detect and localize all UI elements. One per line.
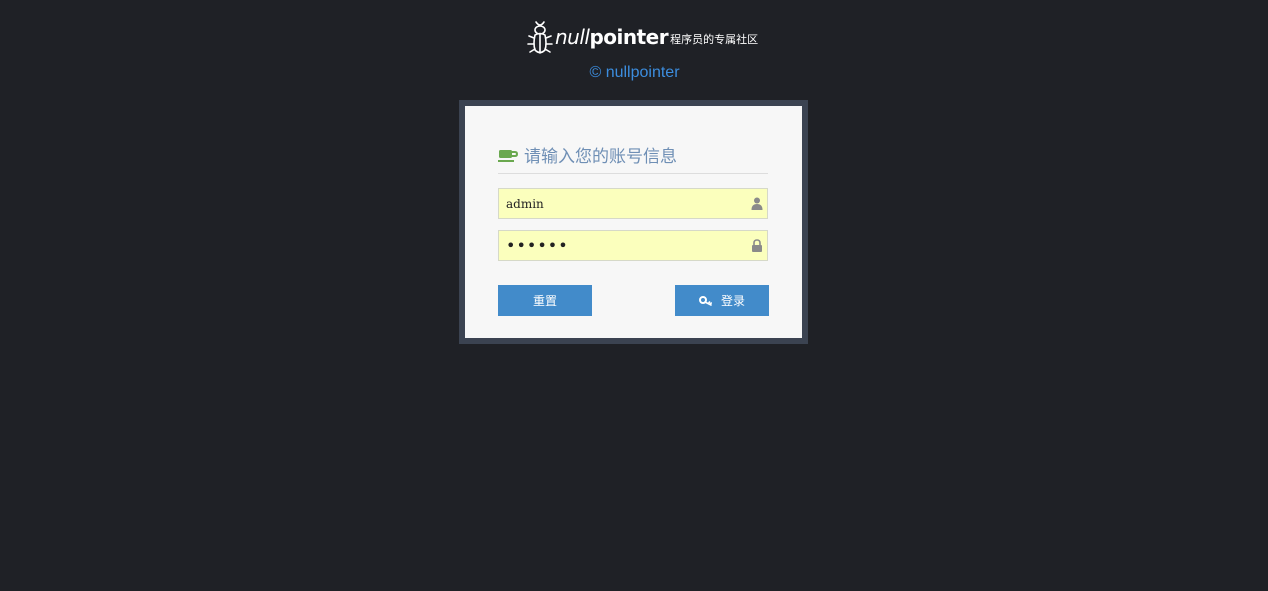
login-button-label: 登录 — [720, 294, 745, 308]
key-icon — [698, 295, 712, 306]
logo-text-null: null — [555, 25, 590, 49]
username-input[interactable] — [499, 189, 767, 218]
logo-slogan: 程序员的专属社区 — [670, 33, 759, 46]
copyright-text: © nullpointer — [0, 64, 1268, 82]
logo-text-pointer: pointer — [589, 25, 669, 49]
login-title: 请输入您的账号信息 — [524, 147, 677, 167]
password-input[interactable] — [499, 231, 767, 260]
username-field[interactable] — [498, 188, 768, 219]
login-title-row: 请输入您的账号信息 — [498, 139, 768, 174]
reset-button-label: 重置 — [532, 294, 557, 308]
site-logo[interactable]: null pointer 程序员的专属社区 — [527, 17, 758, 57]
login-button[interactable]: 登录 — [675, 285, 769, 316]
lock-icon — [752, 239, 762, 252]
bug-icon — [527, 21, 553, 54]
login-box-frame: 请输入您的账号信息 重置 登录 — [459, 100, 808, 344]
coffee-cup-icon — [498, 149, 518, 162]
password-field[interactable] — [498, 230, 768, 261]
reset-button[interactable]: 重置 — [498, 285, 592, 316]
copyright-label: © nullpointer — [589, 64, 680, 81]
user-icon — [751, 197, 763, 210]
login-box: 请输入您的账号信息 重置 登录 — [465, 106, 802, 338]
